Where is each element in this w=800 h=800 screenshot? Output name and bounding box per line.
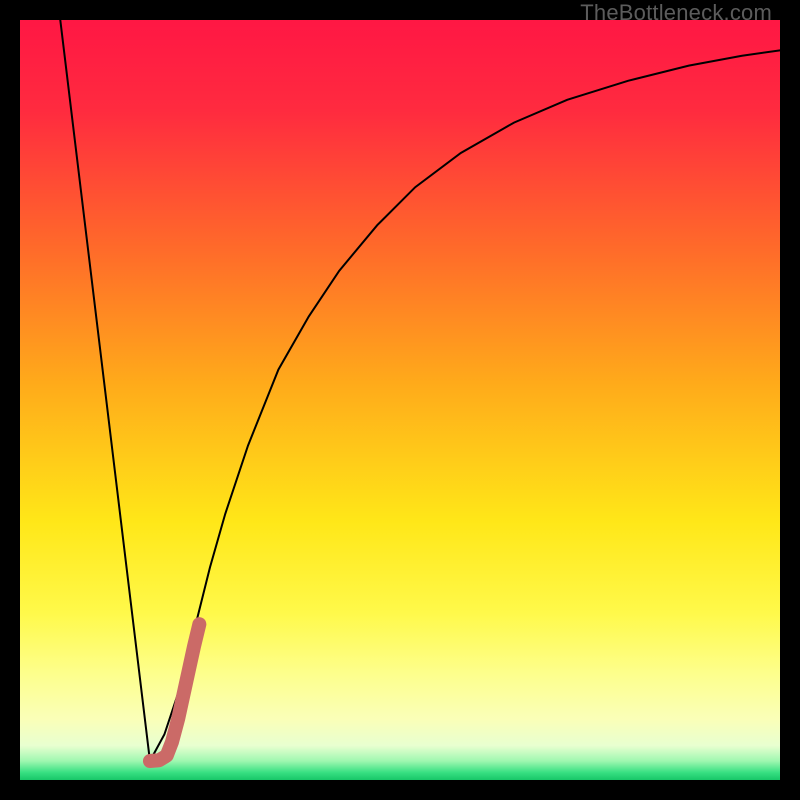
bottleneck-chart [20, 20, 780, 780]
gradient-background [20, 20, 780, 780]
plot-area [20, 20, 780, 780]
watermark-text: TheBottleneck.com [580, 0, 772, 26]
chart-frame: TheBottleneck.com [0, 0, 800, 800]
